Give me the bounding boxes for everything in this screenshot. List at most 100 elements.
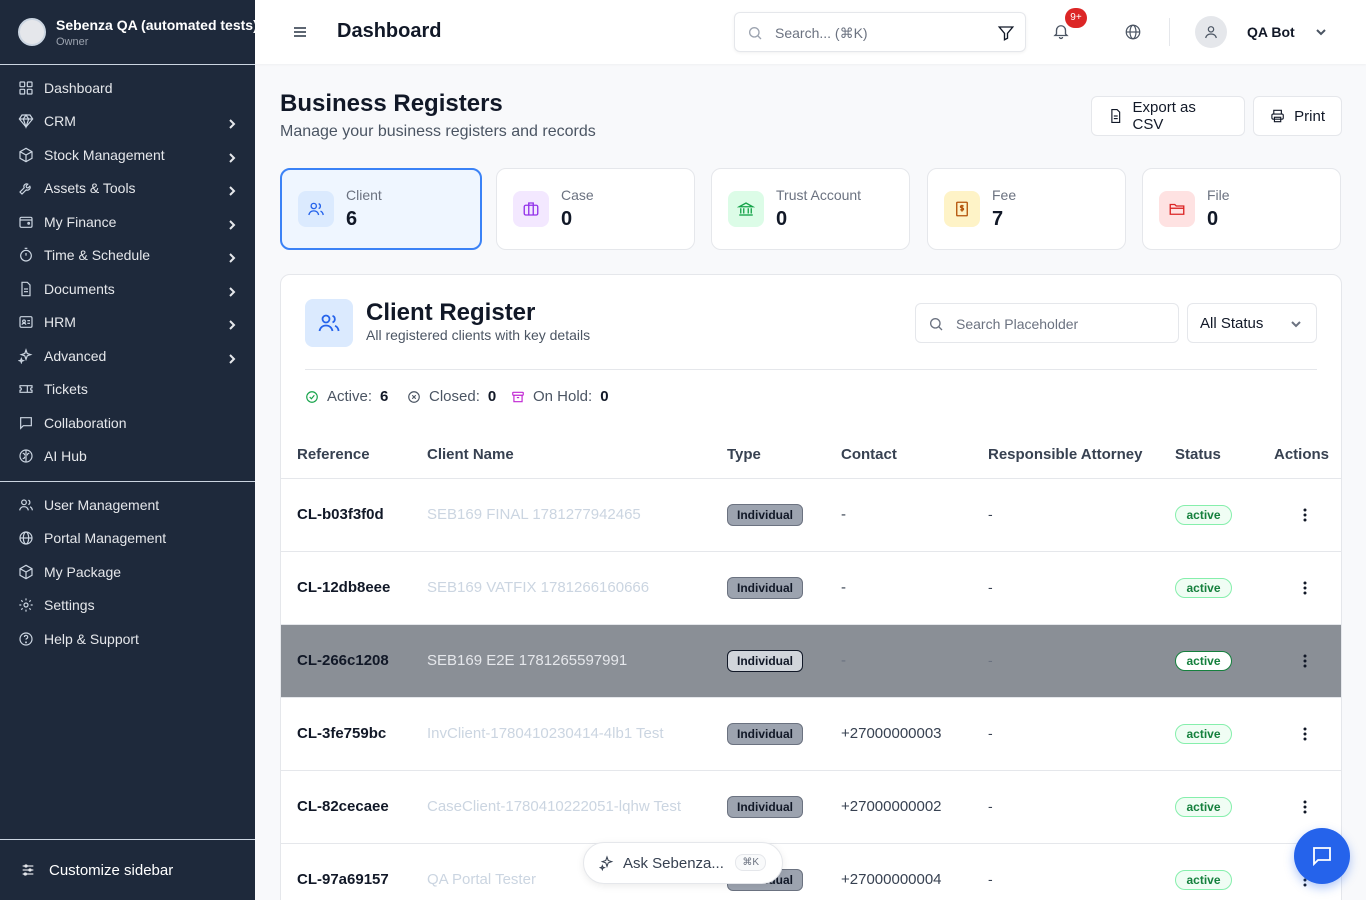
table-row[interactable]: CL-12db8eee SEB169 VATFIX 1781266160666 In…	[281, 552, 1341, 625]
row-actions-button[interactable]	[1296, 798, 1314, 816]
help-icon	[18, 631, 34, 647]
sidebar-item-my-finance[interactable]: My Finance	[0, 205, 255, 239]
stat-card-trust-account[interactable]: Trust Account 0	[711, 168, 910, 250]
sidebar-item-user-management[interactable]: User Management	[0, 488, 255, 522]
table-row[interactable]: CL-97a69157QA Portal TesterIndividual+27…	[281, 844, 1341, 900]
sidebar-item-crm[interactable]: CRM	[0, 105, 255, 139]
sidebar-item-settings[interactable]: Settings	[0, 589, 255, 623]
sidebar-item-ai-hub[interactable]: AI Hub	[0, 440, 255, 474]
column-header-actions: Actions	[1274, 446, 1330, 463]
sidebar-item-help-and-support[interactable]: Help & Support	[0, 622, 255, 656]
cell-reference[interactable]: CL-82cecaee	[297, 798, 389, 815]
customize-sidebar-button[interactable]: Customize sidebar	[0, 839, 255, 900]
status-badge: active	[1175, 651, 1232, 671]
sidebar-divider	[0, 481, 255, 482]
cell-reference[interactable]: CL-266c1208	[297, 652, 389, 669]
sidebar-item-assets-and-tools[interactable]: Assets & Tools	[0, 172, 255, 206]
global-search-input[interactable]: Search... (⌘K)	[734, 12, 1026, 52]
column-header-attorney[interactable]: Responsible Attorney	[988, 446, 1142, 463]
cell-reference[interactable]: CL-b03f3f0d	[297, 506, 384, 523]
sidebar-item-advanced[interactable]: Advanced	[0, 339, 255, 373]
header-title: Dashboard	[337, 20, 442, 42]
wrench-icon	[18, 180, 34, 196]
type-badge: Individual	[727, 504, 803, 526]
table-row[interactable]: CL-3fe759bc InvClient-1780410230414-4lb1 …	[281, 698, 1341, 771]
language-button[interactable]	[1124, 23, 1142, 41]
stat-card-file[interactable]: File 0	[1142, 168, 1341, 250]
stat-value: 0	[561, 208, 573, 230]
stat-label: Trust Account	[776, 187, 862, 203]
wallet-icon	[18, 214, 34, 230]
sliders-icon	[22, 864, 34, 876]
cell-reference[interactable]: CL-12db8eee	[297, 579, 390, 596]
sidebar-item-label: AI Hub	[44, 448, 87, 465]
sidebar-item-stock-management[interactable]: Stock Management	[0, 138, 255, 172]
ask-assistant-label: Ask Sebenza...	[623, 854, 724, 872]
stat-card-client[interactable]: Client 6	[280, 168, 482, 250]
column-header-reference[interactable]: Reference	[297, 446, 370, 463]
cell-client-name[interactable]: CaseClient-1780410222051-lqhw Test	[427, 798, 681, 815]
row-actions-button[interactable]	[1296, 506, 1314, 524]
menu-toggle-button[interactable]	[292, 24, 308, 40]
sidebar-item-label: Documents	[44, 280, 115, 297]
sidebar-item-dashboard[interactable]: Dashboard	[0, 71, 255, 105]
cell-client-name[interactable]: QA Portal Tester	[427, 871, 536, 888]
export-csv-label: Export as CSV	[1132, 99, 1196, 133]
globe-icon	[18, 530, 34, 546]
type-badge: Individual	[727, 650, 803, 672]
chat-widget-button[interactable]	[1294, 828, 1350, 884]
org-switcher[interactable]: Sebenza QA (automated tests) Owner	[0, 0, 255, 65]
card-divider	[305, 369, 1317, 370]
sidebar-item-collaboration[interactable]: Collaboration	[0, 406, 255, 440]
column-header-type[interactable]: Type	[727, 446, 761, 463]
stat-value: 0	[776, 208, 788, 230]
receipt-dollar-icon	[944, 191, 980, 227]
cell-client-name[interactable]: SEB169 VATFIX 1781266160666	[427, 579, 649, 596]
timer-icon	[18, 247, 34, 263]
sidebar-nav: Dashboard CRM Stock Management Assets & Too…	[0, 65, 255, 473]
user-name[interactable]: QA Bot	[1247, 24, 1295, 40]
cell-reference[interactable]: CL-97a69157	[297, 871, 389, 888]
column-header-status[interactable]: Status	[1175, 446, 1221, 463]
chevron-right-icon	[227, 284, 237, 297]
sidebar-item-my-package[interactable]: My Package	[0, 555, 255, 589]
sidebar-item-documents[interactable]: Documents	[0, 272, 255, 306]
cell-reference[interactable]: CL-3fe759bc	[297, 725, 386, 742]
sidebar-item-label: Assets & Tools	[44, 180, 136, 197]
table-row[interactable]: CL-82cecaee CaseClient-1780410222051-lqhw…	[281, 771, 1341, 844]
chevron-right-icon	[227, 250, 237, 263]
sparkles-icon	[599, 855, 614, 871]
cell-client-name[interactable]: SEB169 FINAL 1781277942465	[427, 506, 641, 523]
user-avatar[interactable]	[1195, 16, 1227, 48]
ask-assistant-button[interactable]: Ask Sebenza... ⌘K	[583, 842, 783, 884]
status-filter-select[interactable]: All Status	[1187, 303, 1317, 343]
sidebar-item-portal-management[interactable]: Portal Management	[0, 522, 255, 556]
sidebar-item-label: HRM	[44, 314, 76, 331]
cell-client-name[interactable]: SEB169 E2E 1781265597991	[427, 652, 627, 669]
row-actions-button[interactable]	[1296, 725, 1314, 743]
stat-card-fee[interactable]: Fee 7	[927, 168, 1126, 250]
sidebar-item-hrm[interactable]: HRM	[0, 306, 255, 340]
row-actions-button[interactable]	[1296, 579, 1314, 597]
chevron-right-icon	[227, 217, 237, 230]
register-search-input[interactable]: Search Placeholder	[915, 303, 1179, 343]
table-row[interactable]: CL-b03f3f0d SEB169 FINAL 1781277942465 Ind…	[281, 479, 1341, 552]
cell-client-name[interactable]: InvClient-1780410230414-4lb1 Test	[427, 725, 664, 742]
sidebar-item-tickets[interactable]: Tickets	[0, 373, 255, 407]
user-icon	[1205, 26, 1217, 39]
user-menu-chevron-icon[interactable]	[1315, 25, 1327, 37]
type-badge: Individual	[727, 723, 803, 745]
stat-card-case[interactable]: Case 0	[496, 168, 695, 250]
filter-icon[interactable]	[997, 24, 1015, 42]
column-header-client-name[interactable]: Client Name	[427, 446, 514, 463]
stat-value: 6	[346, 208, 358, 230]
printer-icon	[1271, 109, 1284, 123]
table-row[interactable]: CL-266c1208 SEB169 E2E 1781265597991 Indiv…	[281, 625, 1341, 698]
org-name: Sebenza QA (automated tests)	[56, 16, 255, 33]
cell-attorney: -	[988, 725, 993, 741]
export-csv-button[interactable]: Export as CSV	[1091, 96, 1245, 136]
print-button[interactable]: Print	[1253, 96, 1342, 136]
column-header-contact[interactable]: Contact	[841, 446, 897, 463]
sidebar-item-time-and-schedule[interactable]: Time & Schedule	[0, 239, 255, 273]
row-actions-button[interactable]	[1296, 652, 1314, 670]
